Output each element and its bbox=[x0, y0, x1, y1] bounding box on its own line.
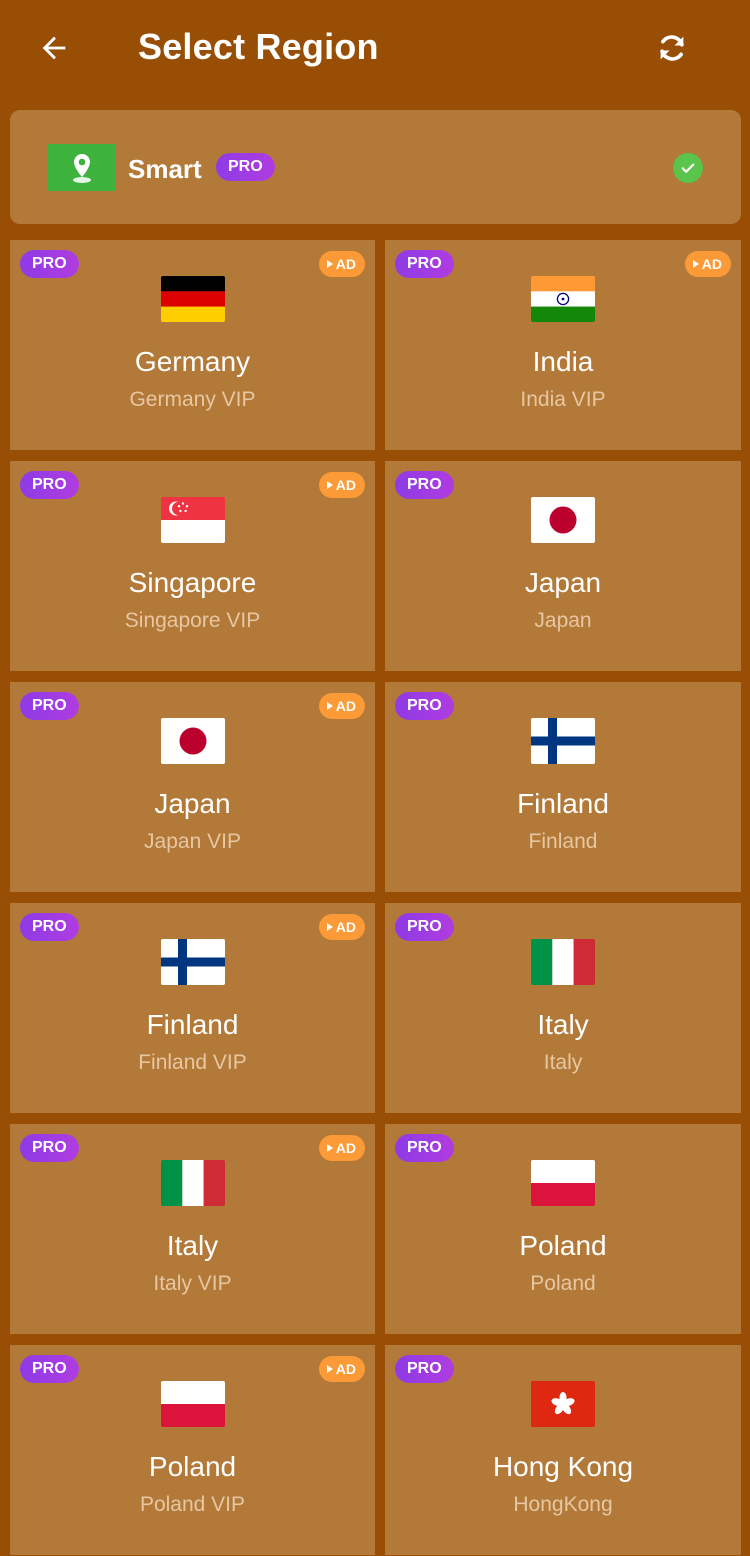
region-card[interactable]: PRO AD Finland Finland VIP bbox=[10, 903, 375, 1113]
italy-flag-icon bbox=[531, 939, 595, 985]
back-button[interactable] bbox=[30, 22, 78, 74]
region-subtitle: Poland bbox=[530, 1272, 596, 1295]
region-name: Italy bbox=[166, 1230, 219, 1261]
region-name: Germany bbox=[134, 346, 251, 377]
singapore-flag-icon bbox=[160, 497, 225, 543]
play-icon bbox=[692, 260, 699, 268]
play-icon bbox=[326, 260, 333, 268]
region-subtitle: Italy bbox=[543, 1051, 583, 1074]
region-card[interactable]: PRO AD Singapore Singapore VIP bbox=[10, 461, 375, 671]
region-subtitle: HongKong bbox=[513, 1493, 613, 1516]
region-subtitle: Finland VIP bbox=[138, 1051, 247, 1074]
smart-label: Smart bbox=[128, 154, 202, 184]
pro-badge: PRO bbox=[395, 250, 454, 278]
region-card[interactable]: PRO AD India India VIP bbox=[385, 240, 741, 450]
play-icon bbox=[326, 702, 333, 710]
pro-badge: PRO bbox=[20, 1355, 79, 1383]
region-name: India bbox=[532, 346, 594, 377]
pro-badge: PRO bbox=[20, 471, 79, 499]
region-card[interactable]: PRO Italy Italy bbox=[385, 903, 741, 1113]
region-name: Hong Kong bbox=[492, 1451, 634, 1482]
region-subtitle: Poland VIP bbox=[139, 1493, 246, 1516]
ad-badge: AD bbox=[318, 1135, 365, 1161]
poland-flag-icon bbox=[531, 1160, 595, 1206]
region-card[interactable]: PRO AD Italy Italy VIP bbox=[10, 1124, 375, 1334]
pro-badge: PRO bbox=[20, 1134, 79, 1162]
region-name: Poland bbox=[519, 1230, 607, 1261]
india-flag-icon bbox=[531, 276, 595, 322]
play-icon bbox=[326, 923, 333, 931]
location-pin-icon bbox=[48, 144, 115, 191]
poland-flag-icon bbox=[160, 1381, 225, 1427]
pro-badge: PRO bbox=[216, 153, 275, 181]
pro-badge: PRO bbox=[395, 1134, 454, 1162]
region-grid: PRO AD Germany Germany VIP PRO AD India India V… bbox=[10, 240, 741, 1555]
italy-flag-icon bbox=[160, 1160, 225, 1206]
ad-badge: AD bbox=[318, 251, 365, 277]
ad-badge: AD bbox=[318, 914, 365, 940]
pro-badge: PRO bbox=[395, 1355, 454, 1383]
region-card[interactable]: PRO Hong Kong HongKong bbox=[385, 1345, 741, 1555]
finland-flag-icon bbox=[160, 939, 225, 985]
region-subtitle: India VIP bbox=[520, 388, 606, 411]
ad-badge: AD bbox=[684, 251, 731, 277]
pro-badge: PRO bbox=[395, 913, 454, 941]
app-header: Select Region bbox=[0, 0, 750, 100]
region-subtitle: Italy VIP bbox=[153, 1272, 232, 1295]
region-card[interactable]: PRO AD Germany Germany VIP bbox=[10, 240, 375, 450]
pro-badge: PRO bbox=[20, 913, 79, 941]
region-card[interactable]: PRO Poland Poland bbox=[385, 1124, 741, 1334]
pro-badge: PRO bbox=[20, 250, 79, 278]
check-icon bbox=[673, 153, 703, 183]
pro-badge: PRO bbox=[20, 692, 79, 720]
refresh-button[interactable] bbox=[646, 22, 698, 74]
region-name: Italy bbox=[537, 1009, 589, 1040]
region-subtitle: Finland bbox=[528, 830, 598, 853]
smart-region-card[interactable]: Smart PRO bbox=[10, 110, 741, 224]
hongkong-flag-icon bbox=[531, 1381, 595, 1427]
japan-flag-icon bbox=[160, 718, 225, 764]
finland-flag-icon bbox=[531, 718, 595, 764]
region-name: Singapore bbox=[128, 567, 257, 598]
region-name: Poland bbox=[148, 1451, 237, 1482]
germany-flag-icon bbox=[160, 276, 225, 322]
arrow-left-icon bbox=[42, 36, 66, 60]
pro-badge: PRO bbox=[395, 471, 454, 499]
region-subtitle: Germany VIP bbox=[129, 388, 256, 411]
region-name: Japan bbox=[524, 567, 602, 598]
region-name: Finland bbox=[146, 1009, 239, 1040]
region-name: Finland bbox=[517, 788, 609, 819]
play-icon bbox=[326, 481, 333, 489]
region-card[interactable]: PRO Finland Finland bbox=[385, 682, 741, 892]
region-card[interactable]: PRO Japan Japan bbox=[385, 461, 741, 671]
region-subtitle: Japan VIP bbox=[144, 830, 241, 853]
region-subtitle: Singapore VIP bbox=[124, 609, 261, 632]
refresh-icon bbox=[660, 35, 684, 61]
japan-flag-icon bbox=[531, 497, 595, 543]
region-card[interactable]: PRO AD Japan Japan VIP bbox=[10, 682, 375, 892]
page-title: Select Region bbox=[138, 26, 379, 67]
region-subtitle: Japan bbox=[534, 609, 592, 632]
ad-badge: AD bbox=[318, 472, 365, 498]
region-card[interactable]: PRO AD Poland Poland VIP bbox=[10, 1345, 375, 1555]
play-icon bbox=[326, 1144, 333, 1152]
pro-badge: PRO bbox=[395, 692, 454, 720]
region-name: Japan bbox=[154, 788, 231, 819]
ad-badge: AD bbox=[318, 693, 365, 719]
play-icon bbox=[326, 1365, 333, 1373]
ad-badge: AD bbox=[318, 1356, 365, 1382]
